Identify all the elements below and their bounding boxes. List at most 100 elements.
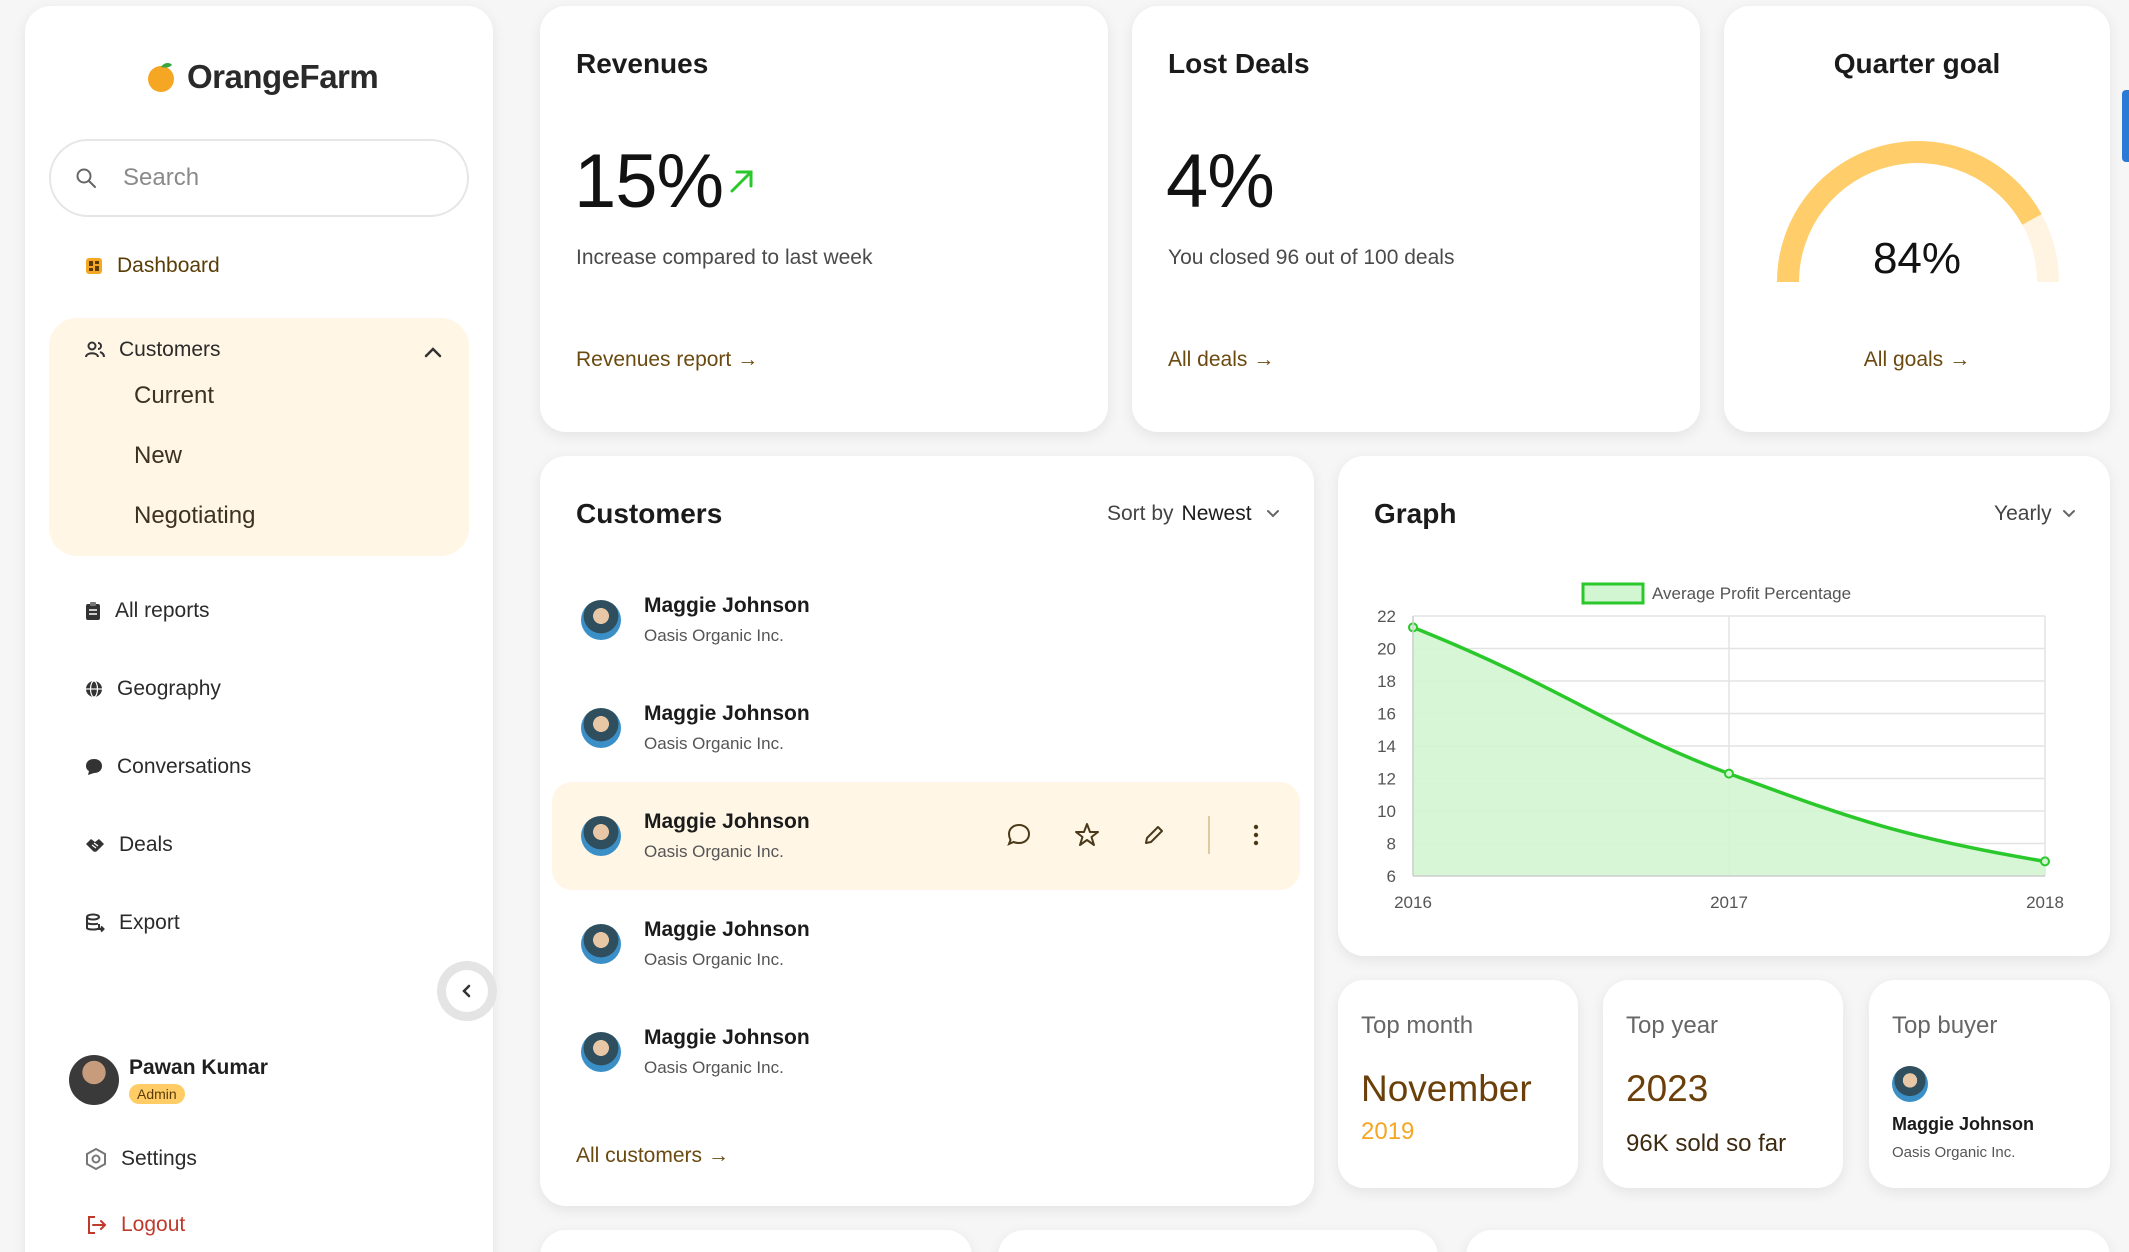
message-icon[interactable] [1006,822,1032,848]
customers-group: Customers Current New Negotiating [49,318,469,556]
y-tick-label: 20 [1377,640,1396,659]
avatar [581,816,621,856]
y-tick-label: 8 [1387,835,1396,854]
sidebar-subitem-negotiating[interactable]: Negotiating [134,502,255,530]
bottom-card [998,1230,1438,1252]
top-buyer-card: Top buyer Maggie Johnson Oasis Organic I… [1869,980,2110,1188]
role-badge: Admin [129,1084,185,1104]
user-name: Pawan Kumar [129,1056,268,1079]
link-label: Revenues report [576,348,732,371]
customer-name: Maggie Johnson [644,918,810,941]
sidebar-item-label: Deals [119,833,173,856]
customer-name: Maggie Johnson [644,810,810,833]
revenues-report-link[interactable]: Revenues report → [576,348,758,372]
all-goals-link[interactable]: All goals → [1724,348,2110,372]
link-label: All goals [1863,348,1944,371]
sidebar-item-label: Customers [119,338,221,361]
lost-deals-card: Lost Deals 4% You closed 96 out of 100 d… [1132,6,1700,432]
brand-name: OrangeFarm [187,58,379,95]
arrow-right-icon: → [708,1144,730,1167]
avatar [581,924,621,964]
chat-bubble-icon [86,759,102,775]
customer-row[interactable]: Maggie Johnson Oasis Organic Inc. [552,782,1300,890]
customer-row[interactable]: Maggie Johnson Oasis Organic Inc. [552,890,1300,998]
globe-icon [86,680,102,698]
brand-logo[interactable]: OrangeFarm [145,58,379,96]
card-title: Customers [576,498,723,529]
sort-dropdown[interactable]: Sort by Newest [1107,502,1280,526]
more-vertical-icon[interactable] [1252,823,1260,847]
top-month-year: 2019 [1361,1118,1415,1145]
sidebar: OrangeFarm Dashboard Customers Curren [25,6,493,1252]
y-tick-label: 10 [1377,802,1396,821]
sidebar-item-deals[interactable]: Deals [85,833,173,857]
settings-link[interactable]: Settings [85,1147,197,1171]
all-deals-link[interactable]: All deals → [1168,348,1274,372]
sidebar-item-geography[interactable]: Geography [85,677,221,701]
bottom-card [540,1230,972,1252]
x-tick-label: 2018 [2026,893,2064,912]
row-actions [1006,816,1260,854]
data-point [2040,856,2050,867]
sidebar-item-label: All reports [115,599,210,622]
customer-company: Oasis Organic Inc. [644,734,784,753]
customer-row[interactable]: Maggie Johnson Oasis Organic Inc. [552,566,1300,674]
top-buyer-company: Oasis Organic Inc. [1892,1144,2016,1161]
arrow-right-icon: → [1253,348,1275,371]
settings-label: Settings [121,1147,197,1170]
user-profile[interactable]: Pawan Kumar Admin [69,1055,268,1105]
top-year-value: 2023 [1626,1068,1709,1109]
x-tick-label: 2016 [1394,893,1432,912]
chevron-up-icon[interactable] [424,346,442,358]
top-year-sub: 96K sold so far [1626,1130,1787,1157]
legend-swatch [1581,582,1645,605]
customer-row[interactable]: Maggie Johnson Oasis Organic Inc. [552,674,1300,782]
sidebar-item-all-reports[interactable]: All reports [85,599,210,623]
customer-name: Maggie Johnson [644,702,810,725]
customer-company: Oasis Organic Inc. [644,950,784,969]
sidebar-item-customers[interactable]: Customers [85,338,221,362]
orange-logo-icon [148,62,174,92]
y-tick-label: 16 [1377,705,1396,724]
sidebar-item-conversations[interactable]: Conversations [85,755,251,779]
top-month-card: Top month November 2019 [1338,980,1578,1188]
sidebar-subitem-new[interactable]: New [134,442,182,470]
y-tick-label: 18 [1377,672,1396,691]
edit-icon[interactable] [1142,823,1166,847]
logout-link[interactable]: Logout [85,1213,185,1237]
customer-company: Oasis Organic Inc. [644,1058,784,1077]
chevron-down-icon [1266,510,1279,518]
dashboard-icon [86,258,102,274]
y-tick-label: 6 [1387,867,1396,886]
sidebar-item-dashboard[interactable]: Dashboard [85,254,220,278]
collapse-sidebar-button[interactable] [437,961,497,1021]
top-year-card: Top year 2023 96K sold so far [1603,980,1843,1188]
divider [1208,816,1210,854]
sort-value: Newest [1181,502,1252,525]
revenues-caption: Increase compared to last week [576,246,873,269]
collapse-button-inner [446,970,488,1012]
quarter-goal-card: Quarter goal 84% All goals → [1724,6,2110,432]
search-box[interactable] [49,139,469,217]
export-icon [86,913,105,933]
sidebar-item-label: Export [119,911,180,934]
sidebar-item-label: Geography [117,677,221,700]
star-icon[interactable] [1074,822,1100,848]
settings-icon [86,1148,106,1170]
customer-name: Maggie Johnson [644,1026,810,1049]
customer-row[interactable]: Maggie Johnson Oasis Organic Inc. [552,998,1300,1106]
link-label: All deals [1168,348,1248,371]
clipboard-icon [86,602,100,620]
link-label: All customers [576,1144,703,1167]
all-customers-link[interactable]: All customers → [576,1144,729,1168]
x-tick-label: 2017 [1710,893,1748,912]
stat-label: Top buyer [1892,1012,1998,1039]
sidebar-subitem-current[interactable]: Current [134,382,214,410]
search-input[interactable] [123,164,423,192]
sidebar-item-export[interactable]: Export [85,911,180,935]
top-buyer-name: Maggie Johnson [1892,1114,2035,1134]
scroll-handle[interactable] [2122,90,2129,162]
lost-deals-value: 4% [1166,139,1275,224]
avatar [581,1032,621,1072]
chevron-left-icon [462,984,471,998]
